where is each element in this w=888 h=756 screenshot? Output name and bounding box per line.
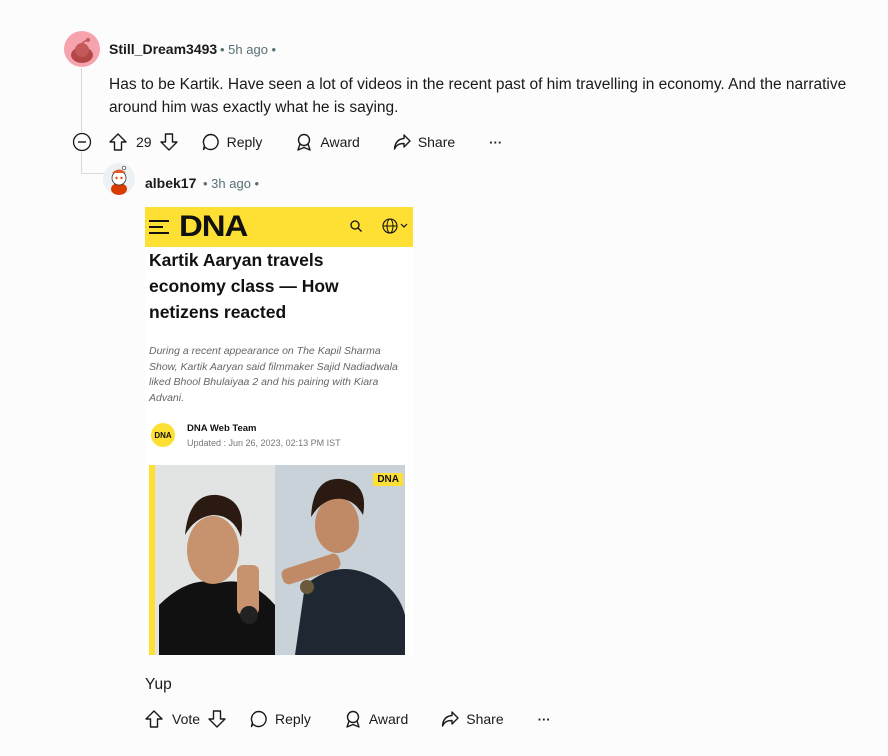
dna-author-badge: DNA <box>151 423 175 447</box>
share-icon <box>393 134 411 150</box>
article-updated: Updated : Jun 26, 2023, 02:13 PM IST <box>187 438 341 448</box>
downvote-button[interactable] <box>207 709 227 729</box>
article-photo-left <box>149 465 275 655</box>
vote-count: 29 <box>136 134 152 150</box>
article-author: DNA Web Team <box>187 423 257 434</box>
dna-logo: DNA <box>179 210 248 243</box>
award-button[interactable]: Award <box>294 132 360 152</box>
share-button[interactable]: Share <box>440 709 504 729</box>
reply-actions: Vote Reply Award Share ··· <box>144 704 551 734</box>
dna-header-bar: DNA <box>145 207 413 247</box>
article-summary: During a recent appearance on The Kapil … <box>149 345 398 404</box>
hamburger-menu-icon <box>149 220 169 234</box>
award-label: Award <box>320 134 360 150</box>
timestamp: • 5h ago • <box>220 42 277 57</box>
time-text: 5h ago <box>228 42 268 57</box>
reply-time-text: 3h ago <box>211 176 251 191</box>
portrait-image <box>149 465 275 655</box>
collapse-button[interactable] <box>72 132 92 152</box>
comment-actions: 29 Reply Award Share ··· <box>108 127 502 157</box>
collapse-icon <box>72 132 92 152</box>
share-icon <box>442 711 459 727</box>
username[interactable]: Still_Dream3493 <box>109 41 217 57</box>
comment-body: Has to be Kartik. Have seen a lot of vid… <box>109 76 847 116</box>
upvote-icon <box>145 710 163 728</box>
article-photo-right: DNA <box>275 465 405 655</box>
share-label: Share <box>417 134 456 150</box>
upvote-icon <box>109 133 127 151</box>
reply-button[interactable]: Reply <box>201 132 263 152</box>
reply-timestamp: • 3h ago • <box>203 176 260 191</box>
award-icon <box>346 710 360 728</box>
embedded-image[interactable]: DNA Kartik Aaryan travels economy class … <box>145 207 413 655</box>
downvote-icon <box>159 133 178 151</box>
thread-line-reply <box>81 152 82 174</box>
downvote-button[interactable] <box>159 132 179 152</box>
vote-label: Vote <box>172 711 201 727</box>
search-icon <box>350 220 362 232</box>
more-options-button[interactable]: ··· <box>489 135 502 150</box>
photo-watermark: DNA <box>373 473 403 486</box>
avatar[interactable] <box>64 31 100 67</box>
award-button[interactable]: Award <box>343 709 408 729</box>
award-label: Award <box>368 711 409 727</box>
upvote-button[interactable] <box>144 709 164 729</box>
share-button[interactable]: Share <box>392 132 455 152</box>
share-label: Share <box>466 711 504 727</box>
portrait-image <box>275 465 405 655</box>
reply-avatar[interactable] <box>103 163 135 195</box>
reply-username[interactable]: albek17 <box>145 175 196 191</box>
reply-body: Yup <box>145 676 172 693</box>
snoo-avatar-icon <box>111 165 127 195</box>
more-options-icon: ··· <box>489 134 503 150</box>
reply-label: Reply <box>226 134 263 150</box>
upvote-button[interactable] <box>108 132 128 152</box>
downvote-icon <box>208 710 226 728</box>
thread-connector <box>81 173 105 174</box>
reply-button[interactable]: Reply <box>249 709 311 729</box>
snoo-avatar-icon <box>71 38 93 63</box>
globe-icon <box>382 218 408 234</box>
more-options-icon: ··· <box>537 711 551 727</box>
comment-bubble-icon <box>250 710 267 728</box>
award-icon <box>297 133 312 151</box>
reply-label: Reply <box>275 711 311 727</box>
more-options-button[interactable]: ··· <box>538 712 551 727</box>
thread-line-parent <box>81 68 82 132</box>
article-headline: Kartik Aaryan travels economy class — Ho… <box>149 250 339 322</box>
comment-bubble-icon <box>202 133 219 151</box>
